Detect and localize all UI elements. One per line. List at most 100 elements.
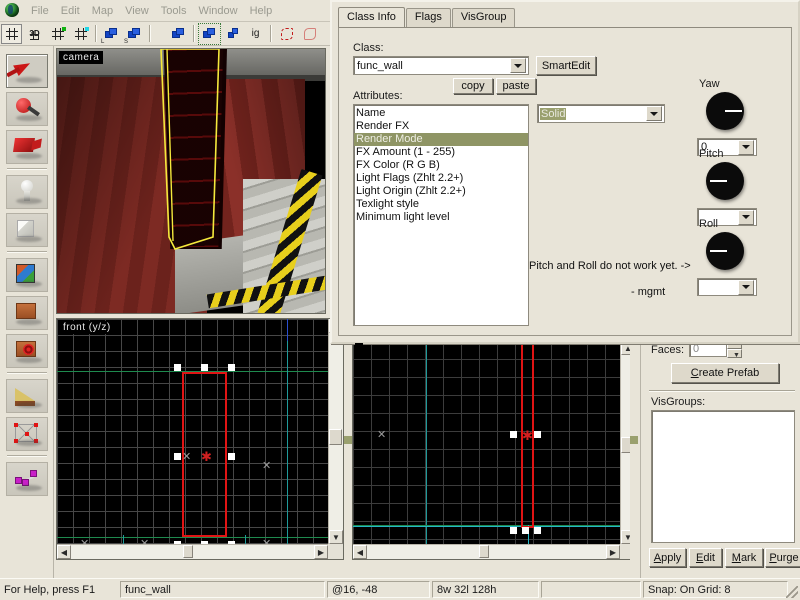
attribute-item[interactable]: Render FX xyxy=(354,120,528,133)
path-tool[interactable] xyxy=(5,462,48,496)
paste-button[interactable]: paste xyxy=(496,78,536,94)
faces-spinner-down[interactable]: ▼ xyxy=(727,349,742,359)
entity-icon xyxy=(20,180,33,201)
front-axis-vertical-blue xyxy=(287,319,288,341)
viewport-3d-camera[interactable]: camera xyxy=(56,48,326,314)
front-scroll-right-icon[interactable]: ▶ xyxy=(314,545,328,559)
front-vscroll-thumb[interactable] xyxy=(329,429,342,445)
menu-item-view[interactable]: View xyxy=(119,3,155,19)
value-chevron-down-icon[interactable] xyxy=(646,106,662,121)
selection-tool[interactable] xyxy=(5,54,48,88)
texture-lock-icon[interactable] xyxy=(276,24,297,44)
top-hscroll-thumb[interactable] xyxy=(479,545,489,558)
attribute-item[interactable]: FX Color (R G B) xyxy=(354,159,528,172)
brick-icon xyxy=(15,303,36,319)
viewport-front-label: front (y/z) xyxy=(59,321,115,334)
cube-icon[interactable] xyxy=(168,24,189,44)
ungroup-icon[interactable]: S xyxy=(124,24,145,45)
top-handle-br[interactable] xyxy=(534,527,541,534)
front-handle-tr[interactable] xyxy=(228,364,235,371)
roll-combo[interactable] xyxy=(697,278,757,296)
front-handle-mr[interactable] xyxy=(228,453,235,460)
texture-lock-alt-icon[interactable] xyxy=(299,24,320,44)
menu-bar: File Edit Map View Tools Window Help xyxy=(0,0,332,22)
attribute-item-selected[interactable]: Render Mode xyxy=(354,133,528,146)
block-tool[interactable] xyxy=(5,213,48,247)
tab-class-info[interactable]: Class Info xyxy=(338,7,405,27)
front-scroll-left-icon[interactable]: ◀ xyxy=(57,545,71,559)
vertex-tool[interactable] xyxy=(5,417,48,451)
top-handle-mr[interactable] xyxy=(534,431,541,438)
edit-button[interactable]: Edit xyxy=(689,548,722,567)
pitch-control: Pitch xyxy=(697,148,753,204)
top-hscrollbar[interactable]: ◀ ▶ xyxy=(353,544,620,559)
menu-item-file[interactable]: File xyxy=(25,3,55,19)
front-handle-tl[interactable] xyxy=(174,364,181,371)
camera-tool[interactable] xyxy=(5,130,48,164)
attributes-label: Attributes: xyxy=(353,90,403,102)
group-icon[interactable]: L xyxy=(101,24,122,45)
grid-icon[interactable] xyxy=(1,23,22,44)
chevron-down-icon[interactable] xyxy=(510,58,526,73)
copy-button[interactable]: copy xyxy=(453,78,493,94)
front-vscrollbar[interactable]: ▲ ▼ xyxy=(328,319,343,544)
apply-decal-tool[interactable] xyxy=(5,334,48,368)
smartedit-button[interactable]: SmartEdit xyxy=(536,56,596,75)
create-prefab-button[interactable]: Create Prefab xyxy=(671,363,779,383)
pitch-label: Pitch xyxy=(699,148,724,160)
tab-visgroup[interactable]: VisGroup xyxy=(451,8,516,28)
roll-knob[interactable] xyxy=(706,232,744,270)
top-handle-ml[interactable] xyxy=(510,431,517,438)
attribute-item[interactable]: Light Origin (Zhlt 2.2+) xyxy=(354,185,528,198)
attribute-value-combo[interactable]: Solid xyxy=(537,104,665,123)
front-hscroll-thumb[interactable] xyxy=(183,545,193,558)
viewport-front[interactable]: ✱ ✕ ✕ ✕ ✕ ✕ front (y/z) ▲ ▼ ◀ ▶ xyxy=(56,318,344,560)
top-handle-bl[interactable] xyxy=(510,527,517,534)
clipping-tool[interactable] xyxy=(5,379,48,413)
cube-split-icon[interactable] xyxy=(222,24,243,44)
yaw-control: Yaw xyxy=(697,78,753,134)
vertical-splitter[interactable] xyxy=(344,318,352,560)
front-hscrollbar[interactable]: ◀ ▶ xyxy=(57,544,328,559)
attribute-item[interactable]: Light Flags (Zhlt 2.2+) xyxy=(354,172,528,185)
grid-minus-icon[interactable] xyxy=(47,24,68,44)
menu-item-map[interactable]: Map xyxy=(86,3,119,19)
top-scroll-left-icon[interactable]: ◀ xyxy=(353,545,367,559)
purge-button[interactable]: Purge xyxy=(765,548,800,567)
cube-selected-icon[interactable] xyxy=(198,22,221,45)
ig-text-icon[interactable]: ig xyxy=(245,24,266,44)
yaw-knob[interactable] xyxy=(706,92,744,130)
status-selection: func_wall xyxy=(120,581,325,598)
menu-item-help[interactable]: Help xyxy=(244,3,279,19)
top-scroll-right-icon[interactable]: ▶ xyxy=(606,545,620,559)
roll-chevron-down-icon[interactable] xyxy=(738,279,754,295)
visgroups-listbox[interactable] xyxy=(651,410,795,543)
mark-button[interactable]: Mark xyxy=(725,548,763,567)
copy-label: copy xyxy=(461,80,485,92)
menu-item-tools[interactable]: Tools xyxy=(155,3,193,19)
menu-item-edit[interactable]: Edit xyxy=(55,3,86,19)
attribute-item[interactable]: Name xyxy=(354,107,528,120)
front-scroll-down-icon[interactable]: ▼ xyxy=(329,530,343,544)
attribute-item[interactable]: Minimum light level xyxy=(354,211,528,224)
apply-button[interactable]: Apply xyxy=(649,548,686,567)
attribute-item[interactable]: Texlight style xyxy=(354,198,528,211)
tab-flags[interactable]: Flags xyxy=(405,8,451,28)
front-handle-ml[interactable] xyxy=(174,453,181,460)
front-handle-tc[interactable] xyxy=(201,364,208,371)
texture-application-tool[interactable] xyxy=(5,258,48,292)
attribute-item[interactable]: FX Amount (1 - 255) xyxy=(354,146,528,159)
viewport-top[interactable]: ✱ ✕ ▲ ▼ ◀ ▶ xyxy=(352,340,636,560)
resize-grip-icon[interactable] xyxy=(786,586,798,598)
3d-grid-icon[interactable]: 3D xyxy=(24,24,45,44)
pitch-knob[interactable] xyxy=(706,162,744,200)
vertical-splitter-2[interactable] xyxy=(630,340,638,560)
menu-item-window[interactable]: Window xyxy=(192,3,243,19)
entity-tool[interactable] xyxy=(5,175,48,209)
attributes-listbox[interactable]: Name Render FX Render Mode FX Amount (1 … xyxy=(353,104,529,326)
grid-plus-icon[interactable] xyxy=(70,24,91,44)
magnify-tool[interactable] xyxy=(5,92,48,126)
apply-texture-tool[interactable] xyxy=(5,296,48,330)
top-handle-bc[interactable] xyxy=(522,527,529,534)
class-combo[interactable]: func_wall xyxy=(353,56,529,75)
